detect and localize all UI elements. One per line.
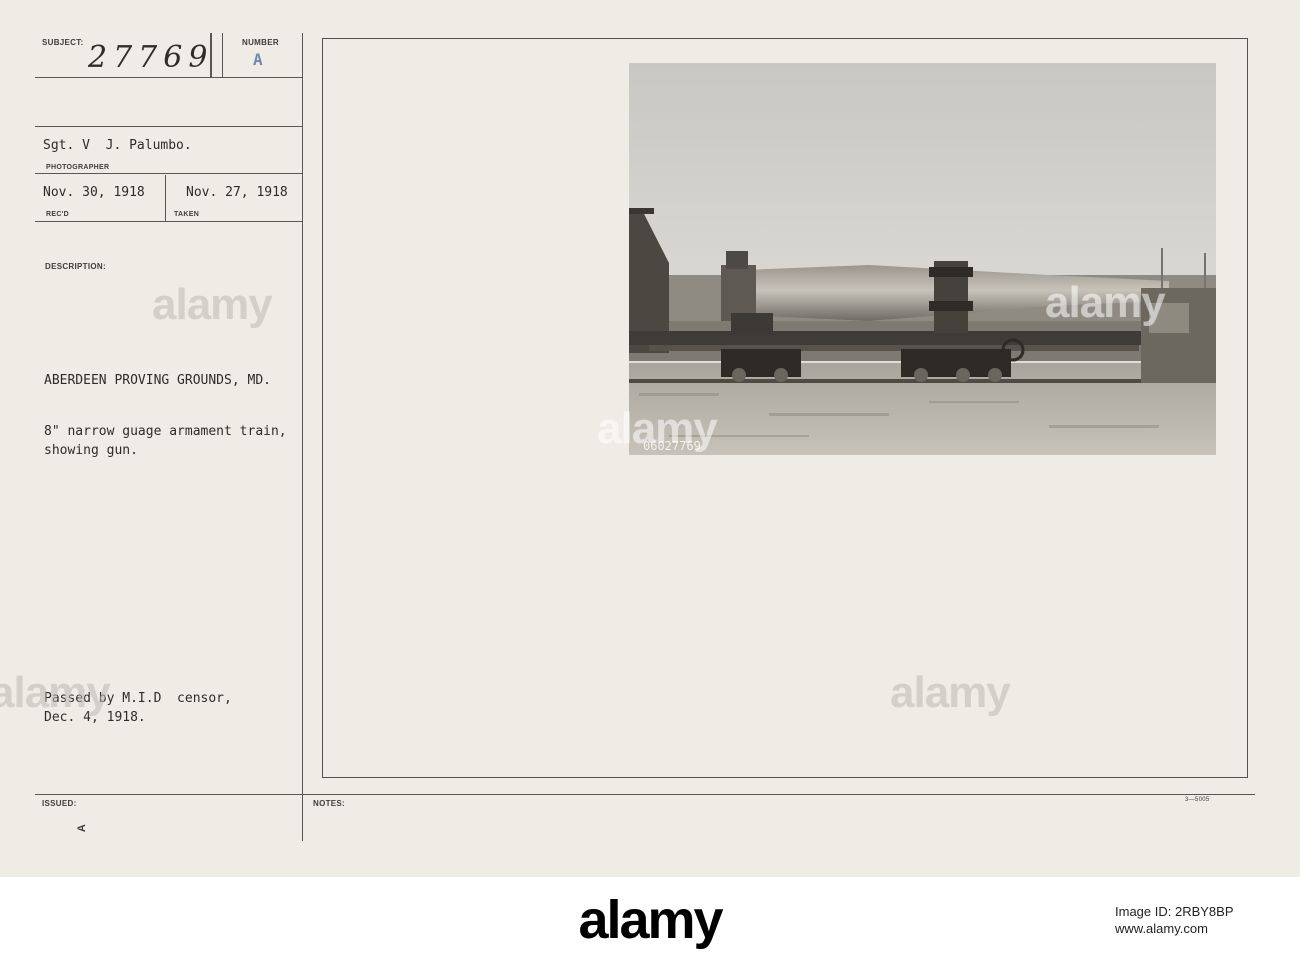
description-label: DESCRIPTION: — [45, 262, 106, 271]
photographer-label: PHOTOGRAPHER — [46, 164, 110, 171]
image-id-block: Image ID: 2RBY8BP www.alamy.com — [1115, 903, 1234, 937]
header-divider-2 — [222, 33, 223, 77]
subject-label: SUBJECT: — [42, 38, 84, 47]
rule-bottom — [35, 794, 1255, 795]
taken-label: TAKEN — [174, 211, 200, 218]
watermark: alamy — [152, 280, 273, 329]
photographer-name: Sgt. V J. Palumbo. — [43, 138, 192, 153]
description-line-1: 8" narrow guage armament train, — [44, 424, 287, 439]
watermark: alamy — [890, 668, 1011, 717]
archive-card: SUBJECT: NUMBER 27769 A Sgt. V J. Palumb… — [0, 0, 1300, 877]
header-divider — [210, 33, 212, 77]
watermark: alamy — [1045, 278, 1166, 327]
received-label: REC'D — [46, 211, 69, 218]
taken-date: Nov. 27, 1918 — [186, 185, 288, 200]
rule-photographer — [35, 173, 302, 174]
form-code: 3—5005 — [1185, 797, 1210, 803]
image-id-text: Image ID: 2RBY8BP — [1115, 904, 1234, 919]
received-date: Nov. 30, 1918 — [43, 185, 145, 200]
description-line-2: showing gun. — [44, 443, 138, 458]
number-label: NUMBER — [242, 38, 279, 47]
rule-top — [35, 126, 302, 127]
bottom-mark: A — [76, 823, 89, 833]
rule-subject — [35, 77, 302, 78]
notes-label: NOTES: — [313, 799, 346, 808]
watermark: alamy — [0, 668, 111, 717]
number-value: A — [253, 50, 263, 69]
watermark: alamy — [597, 404, 718, 453]
location-text: ABERDEEN PROVING GROUNDS, MD. — [44, 373, 271, 388]
subject-number: 27769 — [88, 40, 214, 75]
footer-logo: alamy — [578, 890, 723, 950]
site-url: www.alamy.com — [1115, 921, 1208, 936]
column-divider — [302, 33, 303, 841]
armament-train-photo — [629, 63, 1216, 455]
issued-label: ISSUED: — [42, 799, 77, 808]
photograph: 06027769 — [629, 63, 1216, 455]
dates-divider — [165, 175, 166, 221]
rule-dates — [35, 221, 302, 222]
